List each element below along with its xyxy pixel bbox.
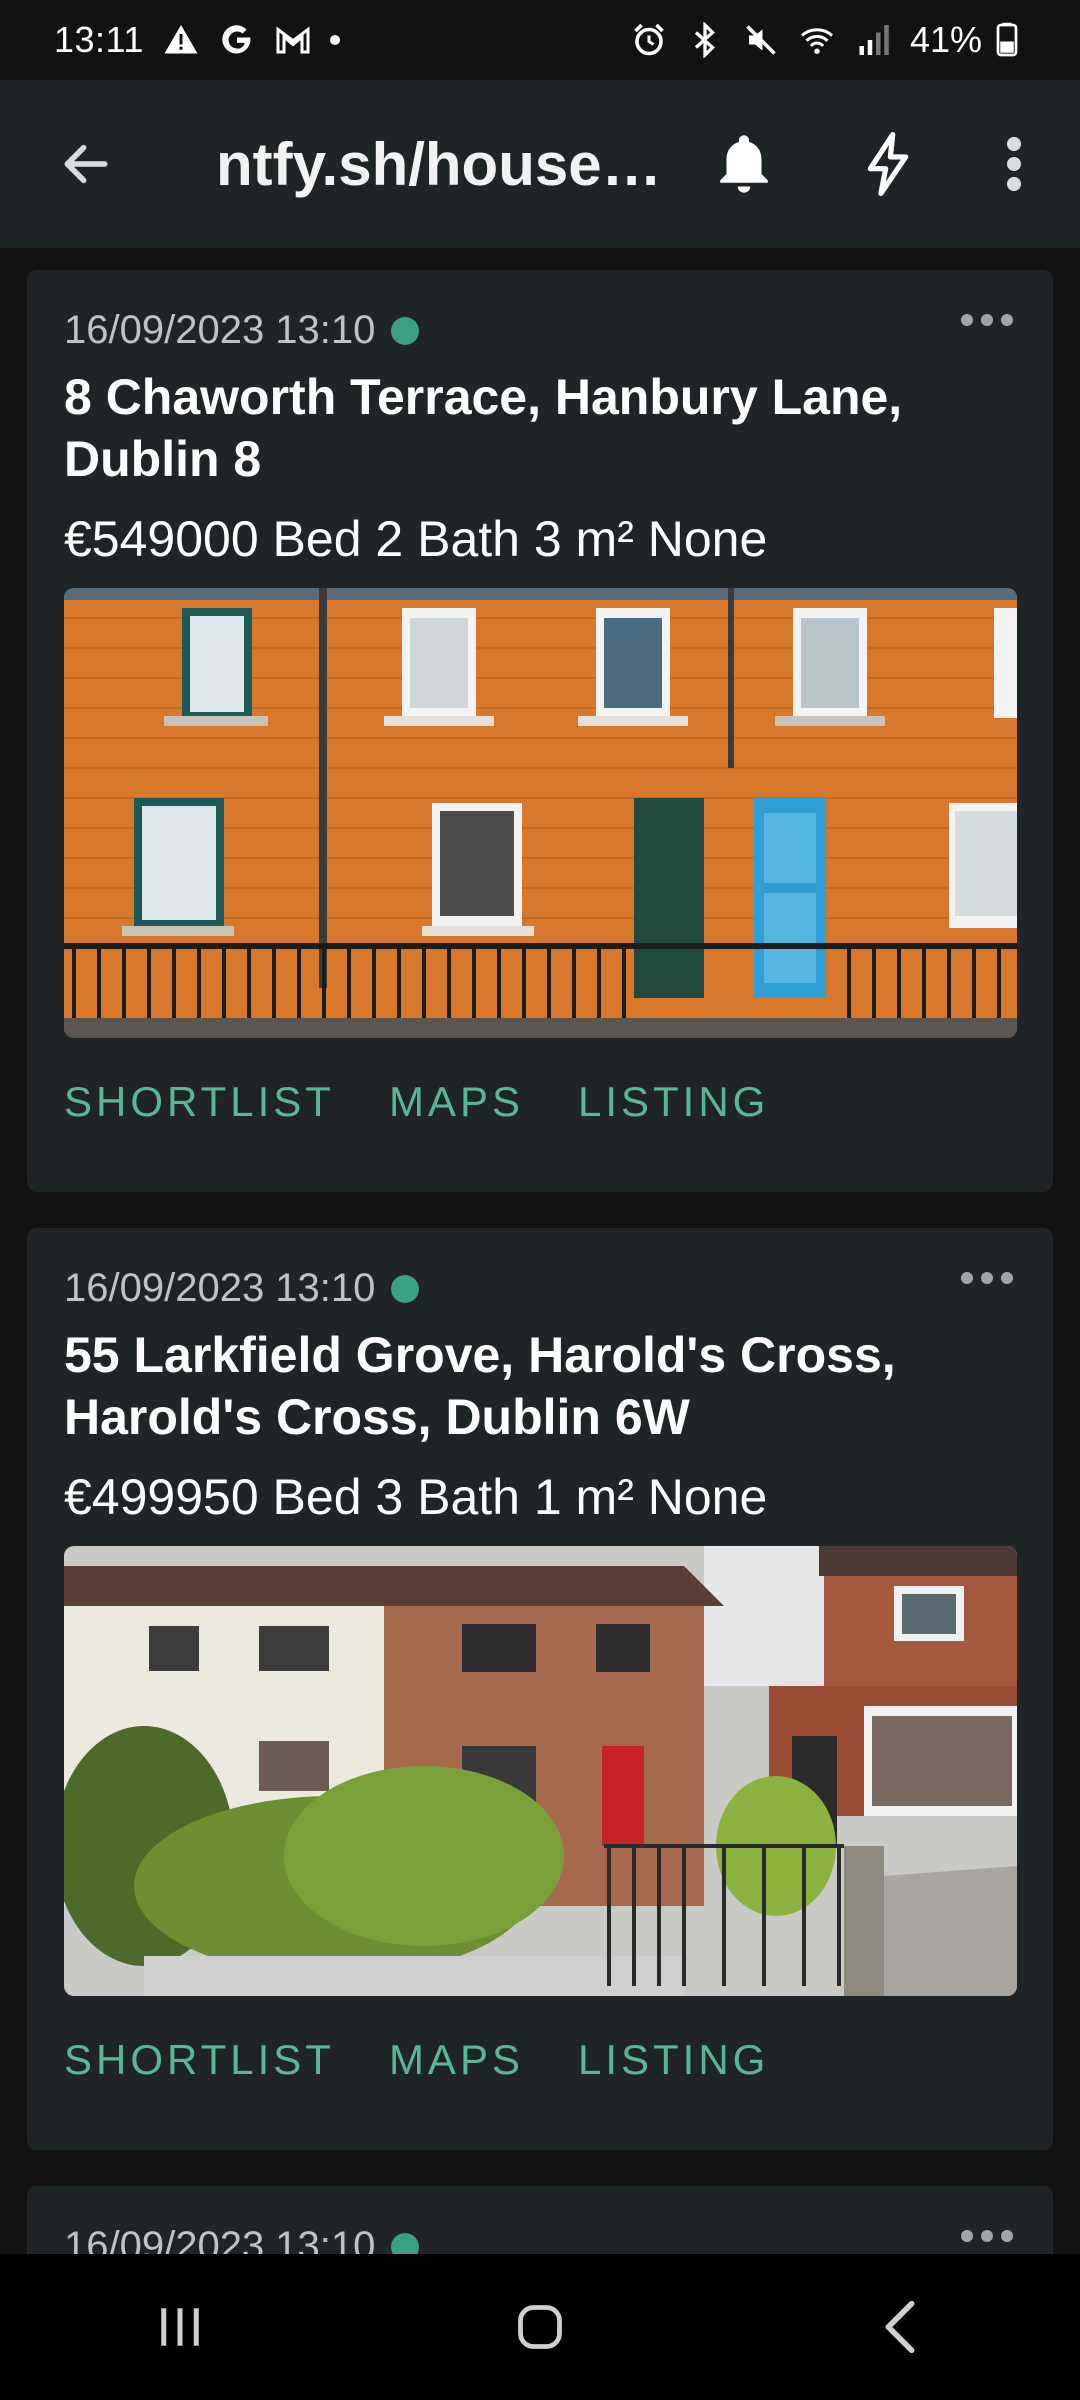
maps-button[interactable]: MAPS xyxy=(389,2036,524,2084)
listing-button[interactable]: LISTING xyxy=(578,1078,769,1126)
home-icon[interactable] xyxy=(480,2277,600,2377)
more-vert-icon[interactable] xyxy=(988,124,1040,204)
notification-actions: SHORTLIST MAPS LISTING xyxy=(64,1078,769,1126)
notification-title: 55 Larkfield Grove, Harold's Cross, Haro… xyxy=(64,1327,896,1445)
notification-timestamp: 16/09/2023 13:10 xyxy=(64,308,420,353)
status-bar-left: 13:11 xyxy=(54,19,340,61)
timestamp-text: 16/09/2023 13:10 xyxy=(64,308,376,352)
topic-title: ntfy.sh/house… xyxy=(216,131,662,198)
back-arrow-icon[interactable] xyxy=(50,128,122,200)
google-icon xyxy=(218,21,256,59)
alarm-icon xyxy=(630,21,668,59)
notification-title: 8 Chaworth Terrace, Hanbury Lane, Dublin… xyxy=(64,369,903,487)
app-bar: ntfy.sh/house… xyxy=(0,80,1080,248)
mute-icon xyxy=(742,21,780,59)
more-horiz-icon[interactable] xyxy=(961,1272,1013,1284)
back-icon[interactable] xyxy=(840,2277,960,2377)
property-photo[interactable] xyxy=(64,1546,1017,1996)
bluetooth-icon xyxy=(686,21,724,59)
more-horiz-icon[interactable] xyxy=(961,2230,1013,2242)
unread-dot-icon xyxy=(391,316,420,345)
notification-card[interactable]: 16/09/2023 13:10 8 Chaworth Terrace, Han… xyxy=(27,270,1053,1192)
timestamp-text: 16/09/2023 13:10 xyxy=(64,1266,376,1310)
signal-icon xyxy=(854,21,892,59)
notification-card[interactable]: 16/09/2023 13:10 55 Larkfield Grove, Har… xyxy=(27,1228,1053,2150)
status-bar: 13:11 41% xyxy=(0,0,1080,80)
notification-card[interactable]: 16/09/2023 13:10 xyxy=(27,2186,1053,2254)
timestamp-text: 16/09/2023 13:10 xyxy=(64,2224,376,2254)
status-bar-right: 41% xyxy=(630,19,1026,61)
wifi-icon xyxy=(798,21,836,59)
status-time: 13:11 xyxy=(54,19,144,60)
shortlist-button[interactable]: SHORTLIST xyxy=(64,1078,335,1126)
notification-actions: SHORTLIST MAPS LISTING xyxy=(64,2036,769,2084)
battery-percent: 41% xyxy=(909,19,982,60)
battery-indicator: 41% xyxy=(910,19,1026,61)
notification-message: €549000 Bed 2 Bath 3 m² None xyxy=(64,511,768,567)
shortlist-button[interactable]: SHORTLIST xyxy=(64,2036,335,2084)
unread-dot-icon xyxy=(391,2232,420,2254)
listing-button[interactable]: LISTING xyxy=(578,2036,769,2084)
bell-icon[interactable] xyxy=(706,124,782,204)
dot-icon xyxy=(329,35,340,45)
warning-icon xyxy=(162,21,200,59)
notification-timestamp: 16/09/2023 13:10 xyxy=(64,1266,420,1311)
battery-icon xyxy=(988,21,1026,59)
system-navigation-bar xyxy=(0,2254,1080,2400)
property-photo[interactable] xyxy=(64,588,1017,1038)
more-horiz-icon[interactable] xyxy=(961,314,1013,326)
notification-list[interactable]: 16/09/2023 13:10 8 Chaworth Terrace, Han… xyxy=(0,248,1080,2254)
lightning-icon[interactable] xyxy=(852,124,924,204)
notification-timestamp: 16/09/2023 13:10 xyxy=(64,2224,420,2254)
gmail-icon xyxy=(274,21,312,59)
maps-button[interactable]: MAPS xyxy=(389,1078,524,1126)
unread-dot-icon xyxy=(391,1274,420,1303)
notification-message: €499950 Bed 3 Bath 1 m² None xyxy=(64,1469,768,1525)
recent-apps-icon[interactable] xyxy=(120,2277,240,2377)
